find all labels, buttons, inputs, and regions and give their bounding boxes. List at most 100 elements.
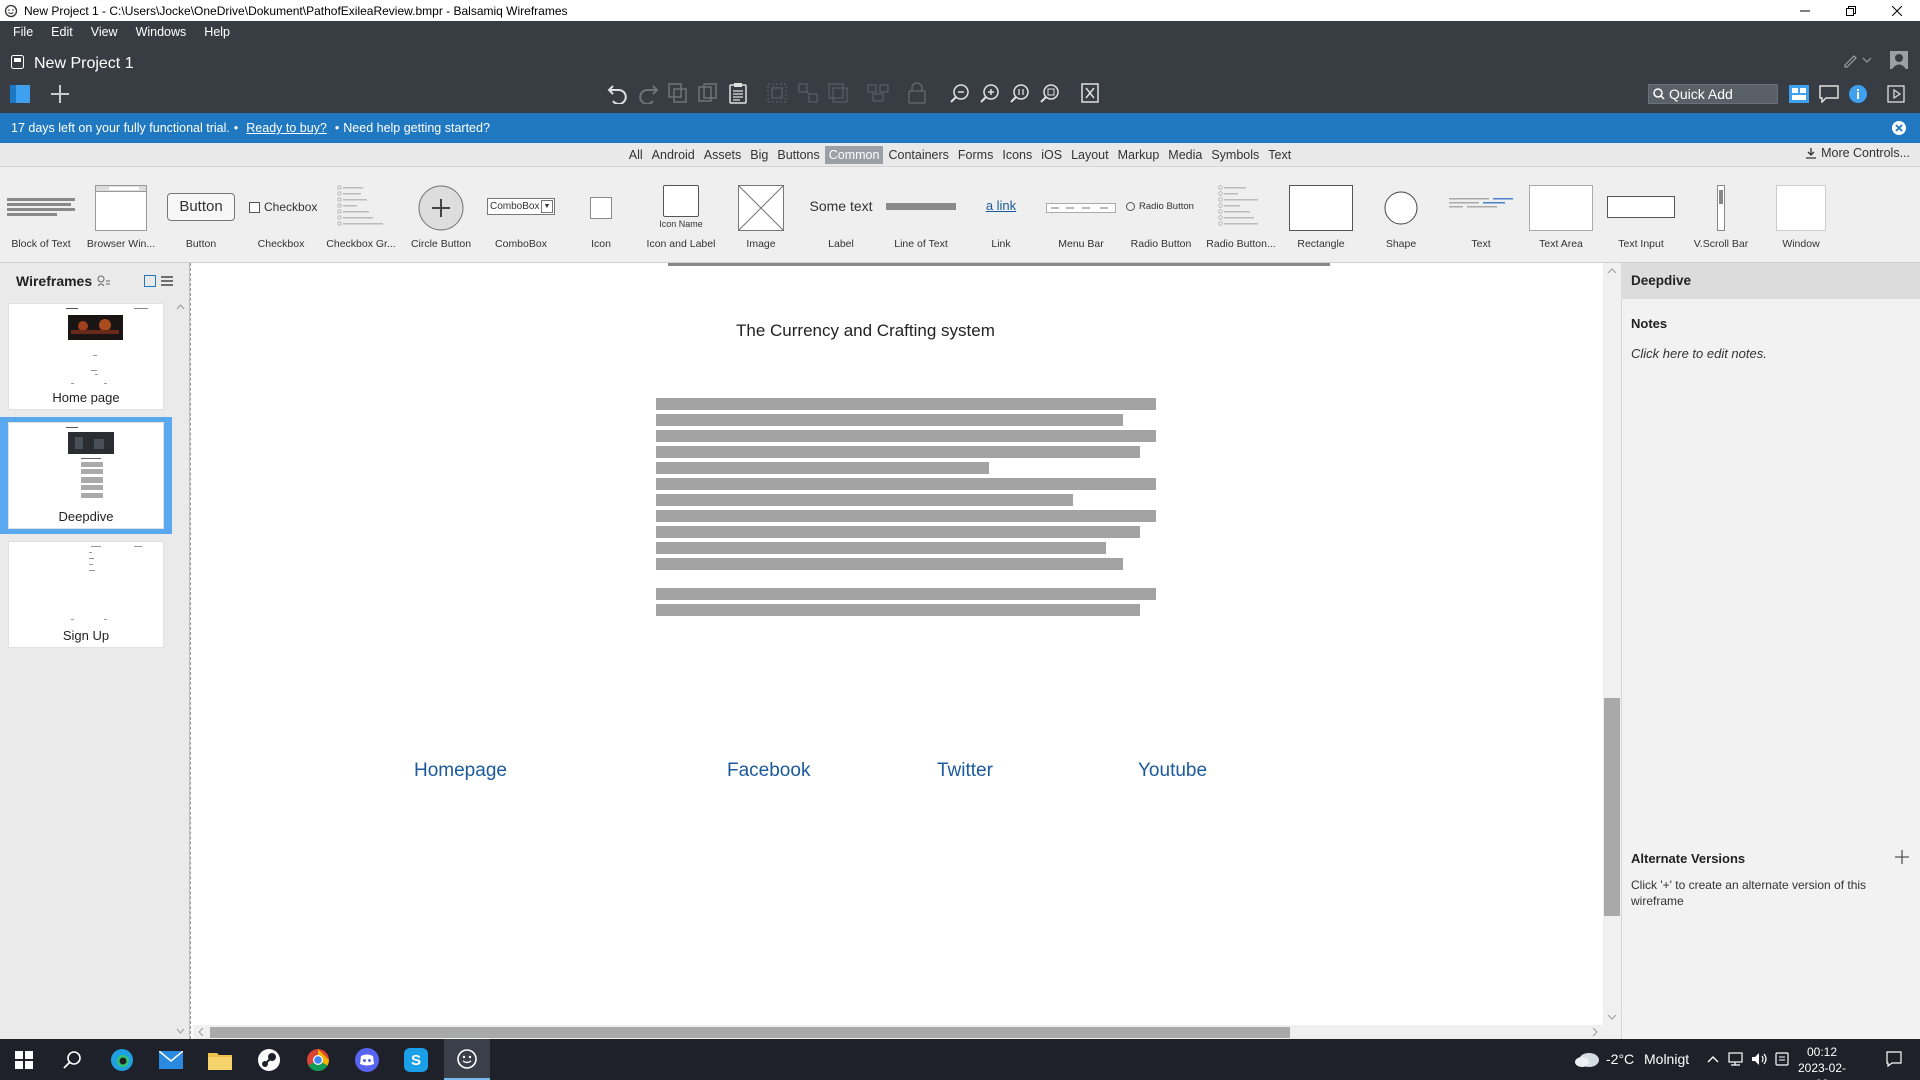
scroll-down-arrow-icon[interactable] [176,1028,185,1035]
footer-link-facebook[interactable]: Facebook [727,760,810,782]
lock-button[interactable] [906,82,928,104]
copy-button[interactable] [667,82,689,104]
component-shape[interactable]: Shape [1362,167,1440,263]
tab-ios[interactable]: iOS [1037,146,1066,164]
more-controls-button[interactable]: More Controls... [1805,146,1910,160]
tab-containers[interactable]: Containers [884,146,952,164]
component-text-area[interactable]: Text Area [1522,167,1600,263]
component-label[interactable]: Some text Label [800,167,882,263]
quick-add-search[interactable]: Quick Add [1648,84,1778,104]
zoom-in-button[interactable] [979,82,1001,104]
component-browser-window[interactable]: Browser Win... [82,167,160,263]
clock[interactable]: 00:12 2023-02-02 [1797,1044,1847,1080]
component-vscroll-bar[interactable]: V.Scroll Bar [1682,167,1760,263]
component-button[interactable]: Button Button [160,167,242,263]
component-radio-group[interactable]: Radio Button... [1202,167,1280,263]
tab-big[interactable]: Big [746,146,772,164]
menu-edit[interactable]: Edit [42,25,82,39]
wireframe-canvas[interactable]: The Currency and Crafting system Homepag… [193,263,1603,1025]
ungroup-button[interactable] [797,82,819,104]
menu-view[interactable]: View [82,25,127,39]
paste-button[interactable] [727,82,749,104]
scroll-down-arrow-icon[interactable] [1603,1011,1621,1023]
footer-link-twitter[interactable]: Twitter [937,760,993,782]
network-icon[interactable] [1727,1052,1745,1066]
taskbar-file-explorer[interactable] [204,1044,236,1076]
component-circle-button[interactable]: Circle Button [402,167,480,263]
tab-markup[interactable]: Markup [1114,146,1164,164]
restore-button[interactable] [1828,0,1874,21]
component-checkbox-group[interactable]: Checkbox Gr... [320,167,402,263]
tab-all[interactable]: All [625,146,647,164]
weather-temp[interactable]: -2°C [1606,1051,1634,1067]
redo-button[interactable] [637,82,659,104]
taskbar-search-button[interactable] [56,1044,88,1076]
list-view-icon[interactable] [161,275,173,287]
actual-size-button[interactable] [1009,82,1031,104]
ready-to-buy-link[interactable]: Ready to buy? [246,121,327,135]
user-avatar-icon[interactable] [1890,51,1908,69]
wireframe-settings-icon[interactable] [97,275,111,287]
tab-buttons[interactable]: Buttons [773,146,823,164]
taskbar-chrome[interactable] [302,1044,334,1076]
tab-icons[interactable]: Icons [998,146,1036,164]
scroll-left-arrow-icon[interactable] [195,1025,207,1039]
component-window[interactable]: Window [1760,167,1842,263]
component-icon-and-label[interactable]: Icon Name Icon and Label [640,167,722,263]
component-rectangle[interactable]: Rectangle [1280,167,1362,263]
footer-link-homepage[interactable]: Homepage [414,760,507,782]
component-radio-button[interactable]: Radio Button Radio Button [1120,167,1202,263]
align-button[interactable] [867,82,889,104]
minimize-button[interactable] [1782,0,1828,21]
volume-icon[interactable] [1751,1052,1769,1066]
component-link[interactable]: a link Link [960,167,1042,263]
wireframe-thumb-deepdive[interactable]: Deepdive [8,422,164,529]
menu-file[interactable]: File [4,25,42,39]
menu-help[interactable]: Help [195,25,239,39]
taskbar-steam[interactable] [253,1044,285,1076]
horizontal-scroll-thumb[interactable] [210,1027,1290,1038]
language-icon[interactable] [1775,1052,1789,1066]
scroll-right-arrow-icon[interactable] [1589,1025,1601,1039]
chevron-up-icon[interactable] [1707,1054,1719,1064]
wireframe-thumb-home[interactable]: Home page [8,303,164,410]
close-window-button[interactable] [1874,0,1920,21]
thumbnail-view-icon[interactable] [144,275,156,287]
tab-common[interactable]: Common [824,145,884,164]
scroll-up-arrow-icon[interactable] [176,303,185,310]
group-button[interactable] [766,82,788,104]
presentation-button[interactable] [1885,83,1907,105]
tab-media[interactable]: Media [1164,146,1206,164]
canvas-horizontal-scrollbar[interactable] [193,1025,1621,1039]
add-version-icon[interactable] [1895,850,1909,864]
zoom-out-button[interactable] [949,82,971,104]
tab-android[interactable]: Android [648,146,699,164]
taskbar-mail[interactable] [155,1044,187,1076]
delete-button[interactable] [1079,82,1101,104]
zoom-fit-button[interactable] [1039,82,1061,104]
component-icon[interactable]: Icon [562,167,640,263]
add-wireframe-button[interactable] [49,83,71,105]
wireframes-view-button[interactable] [9,83,31,105]
component-line-of-text[interactable]: Line of Text [882,167,960,263]
component-block-of-text[interactable]: Block of Text [0,167,82,263]
component-menu-bar[interactable]: Menu Bar [1042,167,1120,263]
weather-description[interactable]: Molnigt [1644,1051,1689,1067]
undo-button[interactable] [607,82,629,104]
component-combobox[interactable]: ComboBox ▼ ComboBox [480,167,562,263]
taskbar-discord[interactable] [351,1044,383,1076]
project-name[interactable]: New Project 1 [34,55,134,73]
taskbar-edge[interactable] [106,1044,138,1076]
edit-mode-icon[interactable] [1843,52,1873,68]
help-link[interactable]: Need help getting started? [343,121,490,135]
scroll-up-arrow-icon[interactable] [1603,265,1621,277]
component-image[interactable]: Image [722,167,800,263]
canvas-vertical-scrollbar[interactable] [1603,263,1621,1025]
taskbar-balsamiq-active[interactable] [444,1039,490,1080]
duplicate-button[interactable] [697,82,719,104]
notification-icon[interactable] [1886,1051,1902,1067]
bring-front-button[interactable] [827,82,849,104]
taskbar-skype[interactable]: S [400,1044,432,1076]
tab-text[interactable]: Text [1264,146,1295,164]
ui-controls-button[interactable] [1788,83,1810,105]
